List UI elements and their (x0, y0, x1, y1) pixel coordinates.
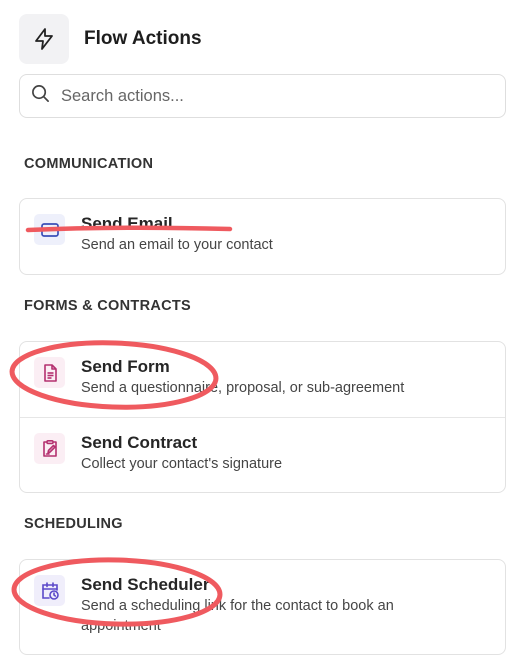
action-title: Send Contract (81, 433, 198, 452)
action-send-email[interactable]: Send Email Send an email to your contact (20, 199, 505, 274)
scheduling-card: Send Scheduler Send a scheduling link fo… (19, 559, 506, 655)
action-send-form[interactable]: Send Form Send a questionnaire, proposal… (20, 342, 505, 417)
section-title-scheduling: SCHEDULING (24, 516, 123, 532)
communication-card: Send Email Send an email to your contact (19, 198, 506, 275)
action-description: Send a scheduling link for the contact t… (81, 598, 394, 634)
calendar-clock-icon (34, 575, 65, 606)
action-title: Send Form (81, 357, 170, 376)
envelope-icon (34, 214, 65, 245)
search-input[interactable] (59, 85, 483, 107)
forms-contracts-card: Send Form Send a questionnaire, proposal… (19, 341, 506, 493)
page-title: Flow Actions (84, 28, 202, 49)
action-description: Send a questionnaire, proposal, or sub-a… (81, 380, 405, 396)
action-send-contract[interactable]: Send Contract Collect your contact's sig… (20, 417, 505, 492)
action-description: Collect your contact's signature (81, 456, 283, 472)
search-box[interactable] (19, 74, 506, 118)
section-title-communication: COMMUNICATION (24, 156, 154, 172)
flow-actions-header: Flow Actions (19, 14, 202, 64)
search-icon (31, 84, 50, 108)
document-icon (34, 357, 65, 388)
lightning-bolt-icon (19, 14, 69, 64)
action-title: Send Email (81, 214, 173, 233)
action-send-scheduler[interactable]: Send Scheduler Send a scheduling link fo… (20, 560, 505, 654)
action-title: Send Scheduler (81, 575, 210, 594)
section-title-forms-contracts: FORMS & CONTRACTS (24, 298, 192, 314)
action-description: Send an email to your contact (81, 237, 273, 253)
contract-sign-icon (34, 433, 65, 464)
